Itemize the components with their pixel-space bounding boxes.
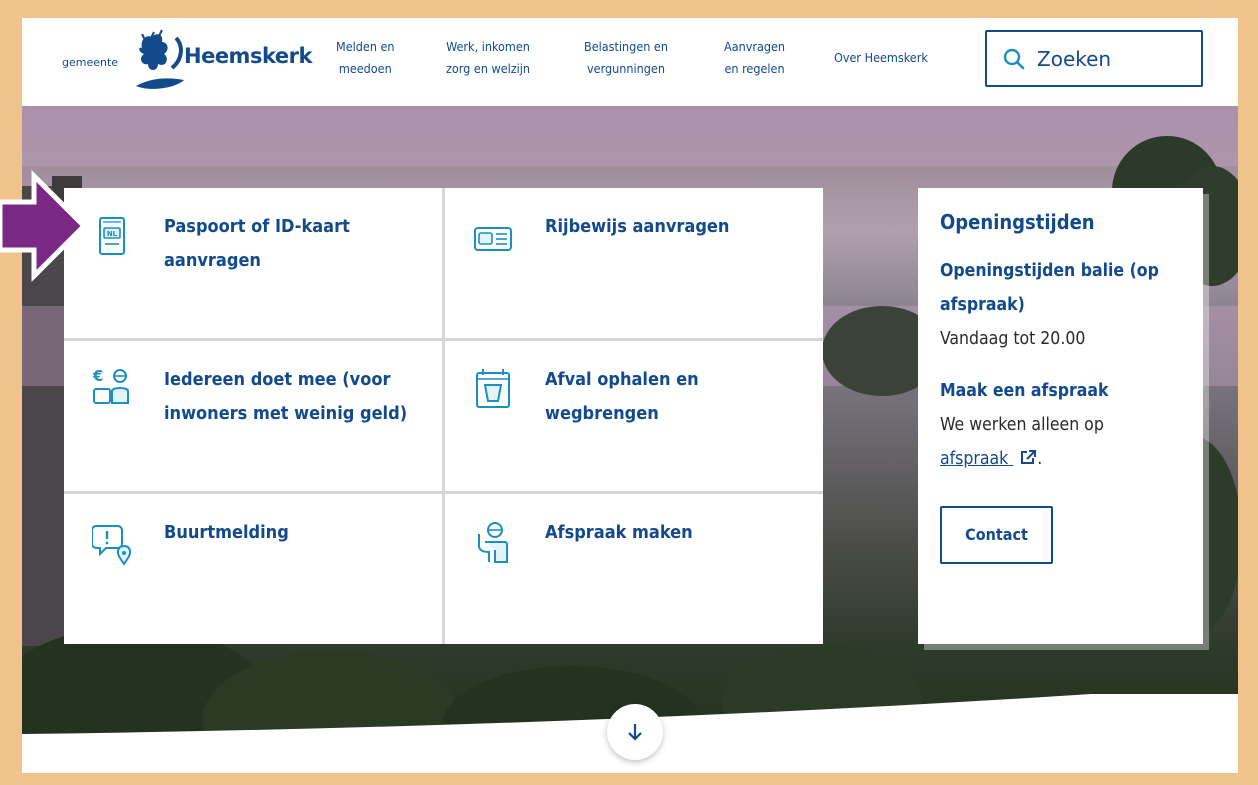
report-location-icon — [92, 525, 132, 566]
tile-label-line1: Rijbewijs aanvragen — [545, 216, 730, 237]
arrow-down-icon — [628, 724, 642, 741]
scroll-down-button[interactable] — [607, 704, 663, 760]
tile-label-line1: Buurtmelding — [164, 522, 289, 543]
tile-label: Afval ophalen en wegbrengen — [545, 363, 805, 431]
tile-label: Paspoort of ID-kaart aanvragen — [164, 210, 424, 278]
page-frame: gemeente Heemskerk Melden en meedoen Wer… — [22, 18, 1238, 773]
heemskerk-emblem-icon — [136, 29, 184, 89]
logo-title: Heemskerk — [184, 44, 312, 68]
nav-label-line2: en regelen — [724, 61, 785, 76]
tile-label-line1: Afval ophalen en — [545, 369, 699, 390]
nav-label-line2: vergunningen — [587, 61, 665, 76]
tile-label: Buurtmelding — [164, 516, 424, 550]
task-tiles-grid: NL Paspoort of ID-kaart aanvragen Rijbew… — [64, 188, 823, 644]
appointment-text: We werken alleen op afspraak . — [940, 408, 1203, 476]
tile-label: Afspraak maken — [545, 516, 805, 550]
search-icon — [1003, 48, 1025, 69]
opening-hours-title: Openingstijden — [940, 210, 1095, 234]
tile-paspoort-id-kaart[interactable]: NL Paspoort of ID-kaart aanvragen — [64, 188, 442, 338]
counter-hours-title: Openingstijden balie (op afspraak) — [940, 261, 1159, 315]
svg-text:NL: NL — [107, 230, 118, 238]
tile-iedereen-doet-mee[interactable]: € Iedereen doet mee (voor inwoners met w… — [64, 341, 442, 491]
annotation-arrow-icon — [0, 170, 88, 283]
tile-label: Rijbewijs aanvragen — [545, 210, 805, 244]
search-input[interactable] — [1037, 46, 1187, 71]
contact-button[interactable]: Contact — [940, 506, 1053, 564]
appointment-link[interactable]: afspraak — [940, 449, 1037, 469]
nav-over-heemskerk[interactable]: Over Heemskerk — [834, 47, 928, 69]
tile-label: Iedereen doet mee (voor inwoners met wei… — [164, 363, 424, 431]
search-box[interactable] — [985, 30, 1203, 87]
tile-label-line1: Iedereen doet mee (voor — [164, 369, 391, 390]
tile-label-line2: wegbrengen — [545, 403, 659, 424]
appointment-person-icon — [478, 522, 508, 563]
tile-afval[interactable]: Afval ophalen en wegbrengen — [445, 341, 823, 491]
nav-belastingen-vergunningen[interactable]: Belastingen en vergunningen — [584, 36, 668, 80]
nav-aanvragen-regelen[interactable]: Aanvragen en regelen — [724, 36, 785, 80]
tile-rijbewijs[interactable]: Rijbewijs aanvragen — [445, 188, 823, 338]
appointment-link-label: afspraak — [940, 449, 1009, 469]
counter-hours-text: Vandaag tot 20.00 — [940, 329, 1086, 349]
nav-label-line2: zorg en welzijn — [446, 61, 531, 76]
nav-melden-en-meedoen[interactable]: Melden en meedoen — [336, 36, 395, 80]
tile-label-line1: Paspoort of ID-kaart — [164, 216, 350, 237]
nav-label-line1: Aanvragen — [724, 39, 786, 54]
external-link-icon — [1021, 450, 1037, 464]
svg-text:€: € — [92, 367, 103, 385]
tile-label-line2: aanvragen — [164, 250, 261, 271]
appointment-text-line: We werken alleen op — [940, 415, 1104, 435]
nav-label-line1: Over Heemskerk — [834, 50, 928, 65]
nav-label-line2: meedoen — [338, 61, 392, 76]
opening-hours-panel: Openingstijden Openingstijden balie (op … — [918, 188, 1203, 644]
tile-buurtmelding[interactable]: Buurtmelding — [64, 494, 442, 644]
waste-bin-icon — [476, 369, 510, 408]
nav-label-line1: Werk, inkomen — [446, 39, 530, 54]
nav-werk-inkomen-zorg[interactable]: Werk, inkomen zorg en welzijn — [446, 36, 530, 80]
driving-license-icon — [474, 227, 512, 251]
site-logo[interactable]: gemeente Heemskerk — [62, 28, 312, 96]
passport-icon: NL — [99, 217, 125, 255]
appointment-title: Maak een afspraak — [940, 381, 1109, 401]
tile-label-line2: inwoners met weinig geld) — [164, 403, 408, 424]
logo-small-text: gemeente — [62, 56, 119, 69]
tile-label-line1: Afspraak maken — [545, 522, 693, 543]
site-header: gemeente Heemskerk Melden en meedoen Wer… — [22, 18, 1238, 106]
nav-label-line1: Belastingen en — [584, 39, 668, 54]
money-people-icon: € — [92, 367, 129, 404]
nav-label-line1: Melden en — [336, 39, 395, 54]
appointment-suffix: . — [1037, 449, 1043, 469]
tile-afspraak-maken[interactable]: Afspraak maken — [445, 494, 823, 644]
